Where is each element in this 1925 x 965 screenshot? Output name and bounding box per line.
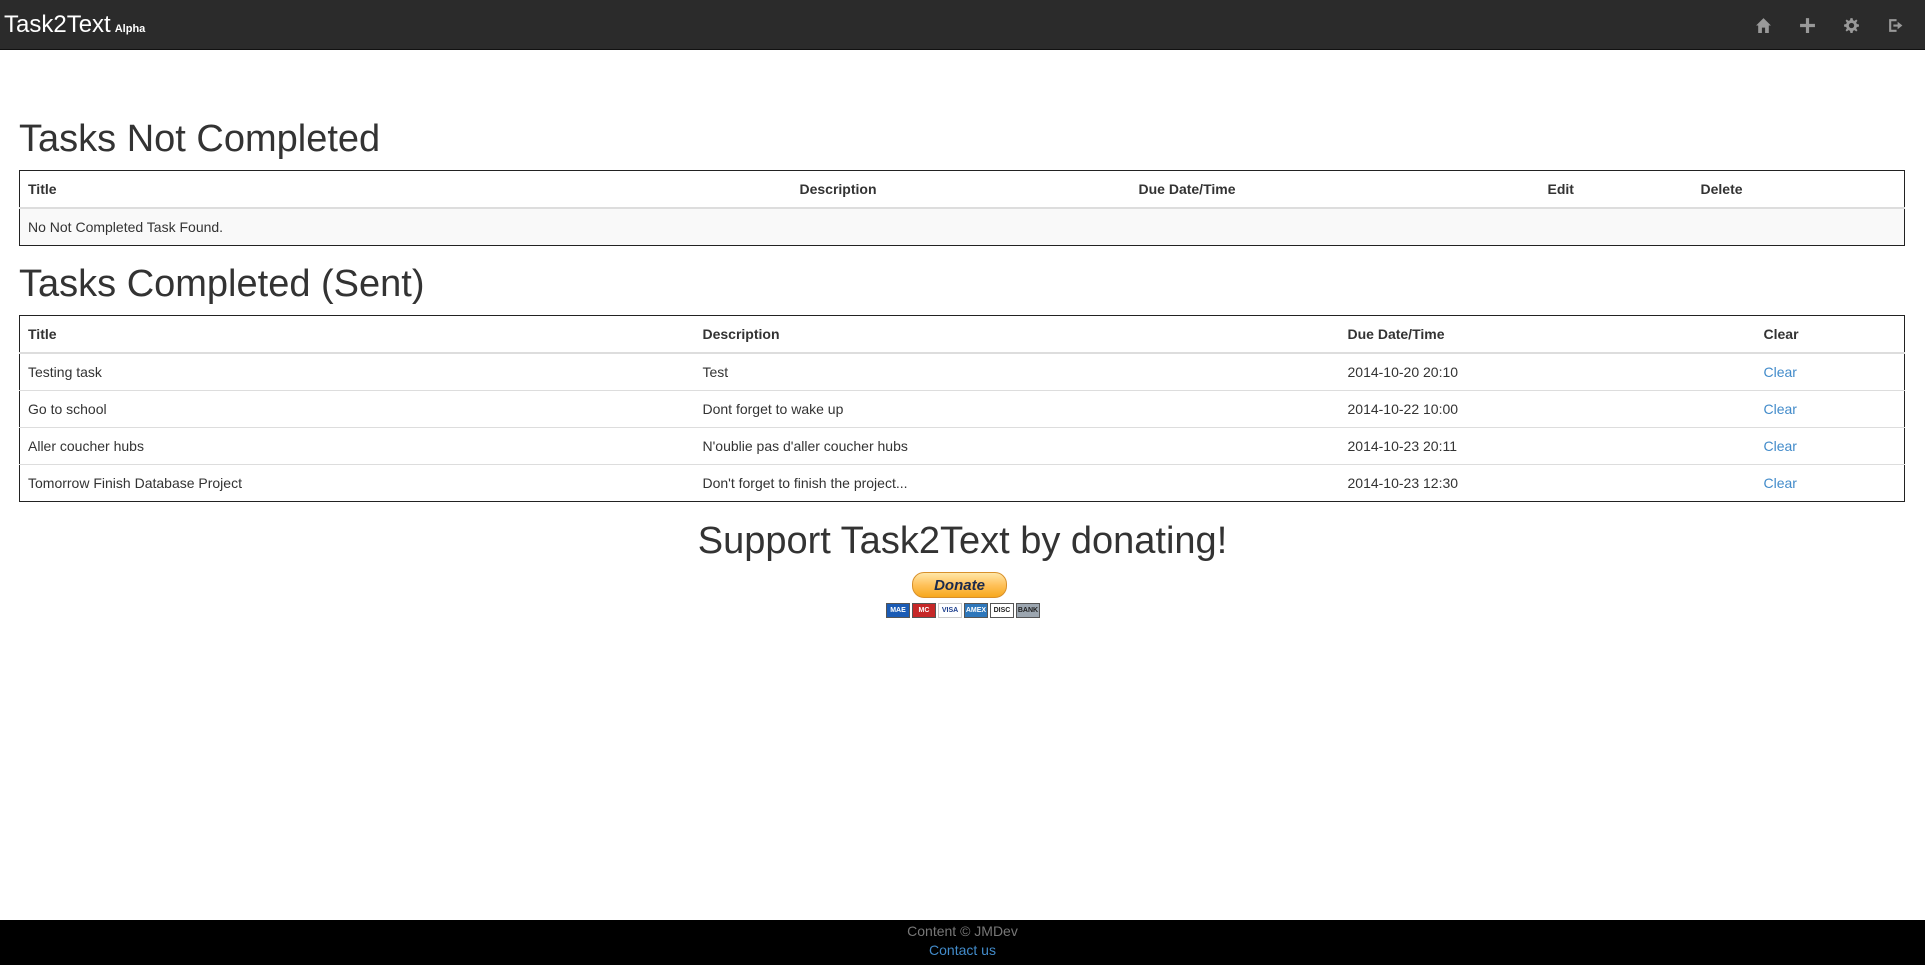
task-description: Test bbox=[694, 352, 1340, 391]
task-due: 2014-10-20 20:10 bbox=[1339, 352, 1756, 391]
column-delete: Delete bbox=[1692, 170, 1905, 209]
gear-icon[interactable] bbox=[1829, 0, 1873, 50]
column-title: Title bbox=[19, 170, 792, 209]
task-description: N'oublie pas d'aller coucher hubs bbox=[694, 427, 1340, 465]
nav-icon-group bbox=[1741, 0, 1917, 50]
clear-link[interactable]: Clear bbox=[1764, 364, 1797, 380]
task-title: Tomorrow Finish Database Project bbox=[19, 464, 695, 502]
card-discover: DISC bbox=[990, 603, 1014, 618]
clear-link[interactable]: Clear bbox=[1764, 438, 1797, 454]
column-due: Due Date/Time bbox=[1130, 170, 1540, 209]
card-amex: AMEX bbox=[964, 603, 988, 618]
logout-icon[interactable] bbox=[1873, 0, 1917, 50]
column-title: Title bbox=[19, 315, 695, 354]
completed-table: Title Description Due Date/Time Clear Te… bbox=[19, 315, 1905, 502]
payment-cards: MAE MC VISA AMEX DISC BANK bbox=[886, 603, 1040, 618]
task-due: 2014-10-22 10:00 bbox=[1339, 390, 1756, 428]
card-bank: BANK bbox=[1016, 603, 1040, 618]
task-description: Dont forget to wake up bbox=[694, 390, 1340, 428]
donate-button[interactable]: Donate bbox=[912, 572, 1007, 598]
task-title: Go to school bbox=[19, 390, 695, 428]
column-clear: Clear bbox=[1755, 315, 1905, 354]
column-due: Due Date/Time bbox=[1339, 315, 1756, 354]
not-completed-heading: Tasks Not Completed bbox=[19, 118, 381, 160]
table-row: Testing task Test 2014-10-20 20:10 Clear bbox=[19, 352, 1905, 391]
brand-name: Task2Text bbox=[4, 10, 111, 38]
clear-link[interactable]: Clear bbox=[1764, 401, 1797, 417]
plus-icon[interactable] bbox=[1785, 0, 1829, 50]
top-navbar: Task2Text Alpha bbox=[0, 0, 1925, 50]
card-visa: VISA bbox=[938, 603, 962, 618]
not-completed-table: Title Description Due Date/Time Edit Del… bbox=[19, 170, 1905, 246]
table-row: Tomorrow Finish Database Project Don't f… bbox=[19, 464, 1905, 502]
alpha-badge: Alpha bbox=[114, 22, 146, 35]
card-mastercard: MC bbox=[912, 603, 936, 618]
task-description: Don't forget to finish the project... bbox=[694, 464, 1340, 502]
task-due: 2014-10-23 12:30 bbox=[1339, 464, 1756, 502]
task-title: Aller coucher hubs bbox=[19, 427, 695, 465]
column-description: Description bbox=[694, 315, 1340, 354]
column-description: Description bbox=[791, 170, 1131, 209]
empty-message: No Not Completed Task Found. bbox=[19, 207, 1905, 246]
table-row: Go to school Dont forget to wake up 2014… bbox=[19, 390, 1905, 428]
column-edit: Edit bbox=[1539, 170, 1693, 209]
home-icon[interactable] bbox=[1741, 0, 1785, 50]
brand-logo[interactable]: Task2Text Alpha bbox=[4, 11, 145, 39]
donate-heading: Support Task2Text by donating! bbox=[697, 520, 1228, 562]
card-maestro: MAE bbox=[886, 603, 910, 618]
footer: Content © JMDev Contact us bbox=[0, 920, 1925, 965]
empty-row: No Not Completed Task Found. bbox=[19, 207, 1905, 246]
task-due: 2014-10-23 20:11 bbox=[1339, 427, 1756, 465]
footer-copyright: Content © JMDev bbox=[907, 923, 1018, 939]
task-title: Testing task bbox=[19, 352, 695, 391]
table-header-row: Title Description Due Date/Time Clear bbox=[19, 315, 1905, 354]
clear-link[interactable]: Clear bbox=[1764, 475, 1797, 491]
table-row: Aller coucher hubs N'oublie pas d'aller … bbox=[19, 427, 1905, 465]
table-header-row: Title Description Due Date/Time Edit Del… bbox=[19, 170, 1905, 209]
contact-link[interactable]: Contact us bbox=[929, 942, 996, 958]
completed-heading: Tasks Completed (Sent) bbox=[19, 263, 425, 305]
